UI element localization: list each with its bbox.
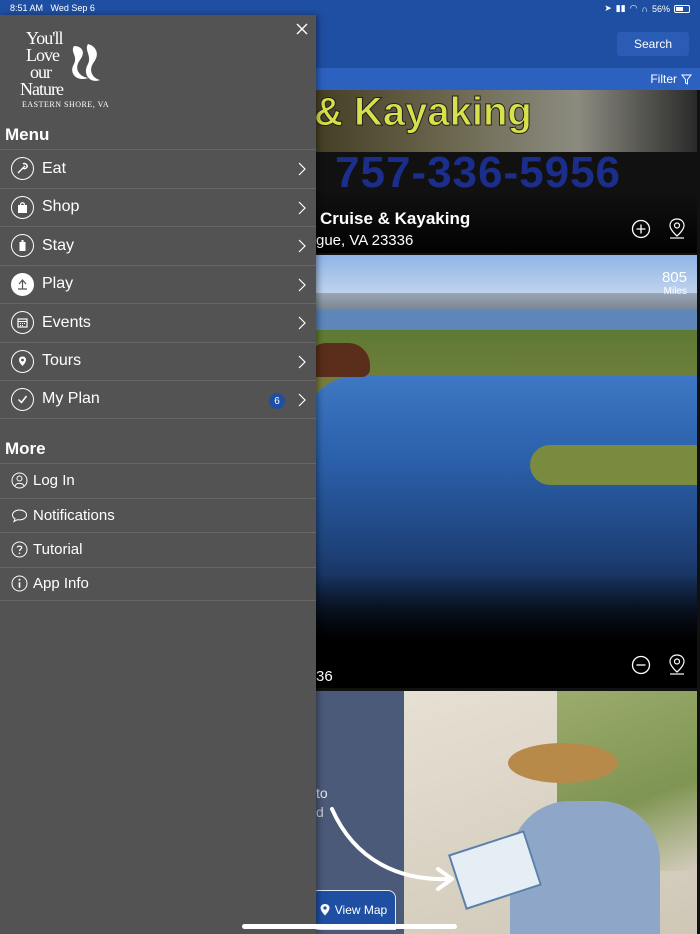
sign-text: & Kayaking	[314, 90, 533, 135]
logo-mark-icon	[72, 44, 100, 81]
listing-address: gue, VA 23336	[316, 232, 414, 249]
home-indicator[interactable]	[242, 924, 457, 929]
chevron-right-icon	[298, 278, 306, 291]
map-pin-icon	[320, 904, 330, 916]
stay-icon	[11, 234, 34, 258]
filter-icon	[681, 74, 692, 85]
filter-button[interactable]: Filter	[650, 72, 692, 86]
battery-percent: 56%	[651, 3, 670, 14]
play-icon	[11, 272, 34, 296]
chevron-right-icon	[298, 355, 306, 368]
menu-item-my-plan[interactable]: My Plan 6	[0, 380, 316, 419]
chat-bubble-icon	[10, 506, 28, 524]
status-bar: 8:51 AM Wed Sep 6 ➤ ▮▮ ◠ ∩ 56%	[0, 0, 700, 16]
question-icon	[10, 541, 28, 559]
menu-item-tours[interactable]: Tours	[0, 341, 316, 381]
listing-title: Cruise & Kayaking	[320, 209, 471, 228]
side-drawer: You'll Love our Nature EASTERN SHORE, VA…	[0, 15, 316, 934]
listing-card[interactable]: 805 Miles 36	[300, 255, 697, 688]
more-item-notifications[interactable]: Notifications	[0, 497, 316, 533]
more-item-tutorial[interactable]: Tutorial	[0, 532, 316, 567]
tours-icon	[11, 349, 34, 373]
status-date: Wed Sep 6	[50, 3, 95, 13]
menu-item-play[interactable]: Play	[0, 264, 316, 304]
minus-circle-icon[interactable]	[631, 655, 651, 675]
chevron-right-icon	[298, 393, 306, 407]
menu-item-eat[interactable]: Eat	[0, 149, 316, 188]
chevron-right-icon	[298, 316, 306, 330]
battery-icon	[674, 4, 690, 13]
wifi-icon: ◠	[629, 3, 638, 13]
chevron-right-icon	[298, 201, 306, 214]
more-item-app-info[interactable]: App Info	[0, 566, 316, 601]
map-pin-icon[interactable]	[668, 218, 686, 240]
menu-item-shop[interactable]: Shop	[0, 187, 316, 227]
horse-image	[308, 343, 370, 377]
user-icon	[10, 472, 28, 490]
headphones-icon: ∩	[641, 3, 648, 14]
menu-item-events[interactable]: Events	[0, 303, 316, 342]
view-map-label: View Map	[334, 903, 388, 917]
distance-unit: Miles	[663, 286, 687, 297]
location-icon: ➤	[604, 3, 612, 13]
listing-card[interactable]: & Kayaking 757-336-5956 Cruise & Kayakin…	[300, 90, 697, 253]
check-icon	[11, 387, 34, 411]
more-title: More	[5, 439, 46, 458]
close-icon[interactable]	[294, 21, 310, 37]
menu-item-stay[interactable]: Stay	[0, 226, 316, 265]
filter-label: Filter	[650, 72, 677, 86]
map-pin-icon[interactable]	[668, 654, 686, 676]
listing-address: 36	[316, 668, 333, 685]
menu-list: Eat Shop Stay Play Events Tours My Plan …	[0, 149, 316, 419]
chevron-right-icon	[298, 162, 306, 176]
distance-value: 805	[661, 269, 687, 286]
calendar-icon	[11, 311, 34, 335]
chevron-right-icon	[298, 239, 306, 253]
plan-count-badge: 6	[269, 393, 285, 409]
logo: You'll Love our Nature EASTERN SHORE, VA	[20, 28, 110, 109]
distance-badge: 805 Miles	[662, 269, 687, 297]
plus-circle-icon[interactable]	[631, 219, 651, 239]
search-button[interactable]: Search	[617, 32, 689, 56]
more-list: Log In Notifications Tutorial App Info	[0, 463, 316, 601]
more-item-log-in[interactable]: Log In	[0, 463, 316, 498]
promo-card[interactable]: to d View Map	[300, 691, 697, 934]
menu-title: Menu	[5, 125, 50, 144]
info-icon	[10, 575, 28, 593]
signal-icon: ▮▮	[615, 3, 626, 13]
eat-icon	[11, 157, 34, 181]
status-time: 8:51 AM	[10, 3, 44, 13]
shop-icon	[11, 195, 34, 219]
